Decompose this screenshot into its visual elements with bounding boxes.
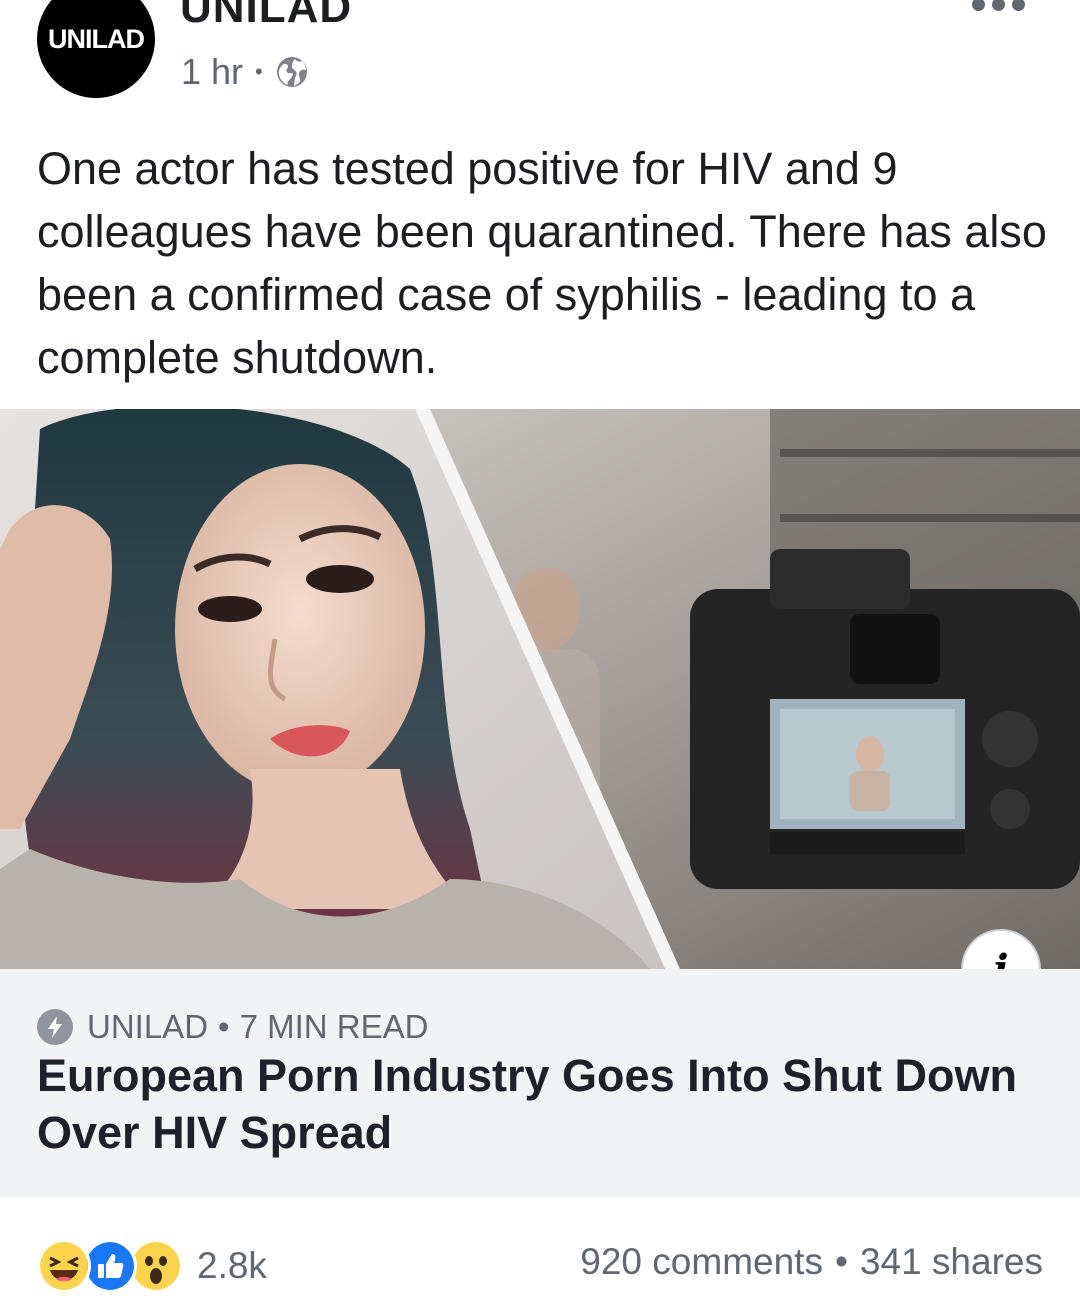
avatar-logo-text: UNILAD: [48, 23, 145, 54]
post-meta: 1 hr •: [181, 50, 309, 94]
more-dot: [992, 0, 1005, 11]
post-time[interactable]: 1 hr: [181, 51, 243, 93]
meta-separator: •: [255, 59, 263, 84]
comments-count[interactable]: 920 comments: [580, 1241, 823, 1283]
engagement-stats: 920 comments • 341 shares: [580, 1241, 1043, 1283]
reactions-summary[interactable]: 2.8k: [37, 1239, 267, 1293]
reaction-count: 2.8k: [197, 1245, 267, 1286]
stats-separator: •: [834, 1241, 848, 1282]
more-options-icon[interactable]: [972, 0, 1025, 11]
source-separator: •: [218, 1008, 230, 1045]
page-name[interactable]: UNILAD: [180, 0, 352, 30]
link-source-row: UNILAD • 7 MIN READ: [37, 1007, 428, 1047]
preview-photo: [0, 409, 1080, 969]
lightning-bolt-icon: [37, 1009, 73, 1045]
more-dot: [972, 0, 985, 11]
haha-icon: [37, 1239, 91, 1293]
post-header: UNILAD UNILAD 1 hr •: [0, 0, 1080, 120]
like-icon: [83, 1239, 137, 1293]
read-time: 7 MIN READ: [239, 1008, 429, 1045]
post-message: One actor has tested positive for HIV an…: [37, 143, 1047, 383]
link-source: UNILAD: [87, 1008, 209, 1045]
link-preview-box[interactable]: UNILAD • 7 MIN READ European Porn Indust…: [0, 969, 1080, 1197]
link-preview-image[interactable]: [0, 409, 1080, 969]
page-avatar[interactable]: UNILAD: [37, 0, 155, 98]
globe-icon: [276, 57, 307, 87]
link-headline[interactable]: European Porn Industry Goes Into Shut Do…: [37, 1047, 1047, 1161]
more-dot: [1012, 0, 1025, 11]
wow-icon: [129, 1239, 183, 1293]
post-footer: 2.8k 920 comments • 341 shares: [0, 1197, 1080, 1316]
shares-count[interactable]: 341 shares: [860, 1241, 1043, 1283]
